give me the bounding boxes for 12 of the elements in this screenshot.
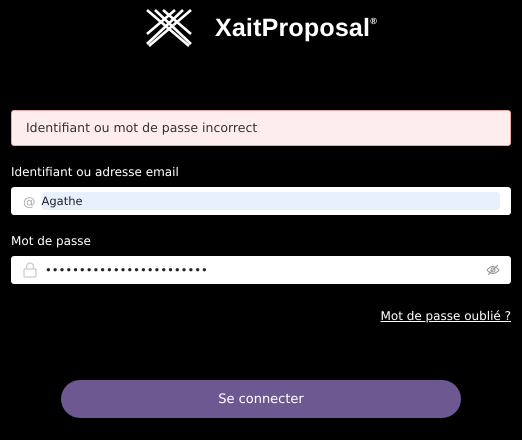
input-field[interactable]: •••••••••••••••••••••••• bbox=[11, 256, 511, 284]
logo-icon bbox=[144, 8, 193, 48]
input-field[interactable]: @ Agathe bbox=[11, 187, 511, 215]
error-message: Identifiant ou mot de passe incorrect bbox=[11, 110, 511, 146]
field-label: Identifiant ou adresse email bbox=[11, 165, 180, 179]
login-button[interactable]: Se connecter bbox=[61, 380, 461, 418]
eye-off-icon[interactable] bbox=[486, 264, 500, 276]
forgot-password-link[interactable]: Mot de passe oublié ? bbox=[380, 309, 511, 323]
brand-name: XaitProposal$^{®}$ bbox=[214, 14, 378, 42]
field-label: Mot de passe bbox=[11, 234, 92, 248]
lock-icon bbox=[23, 262, 37, 278]
at-sign-icon: @ bbox=[23, 194, 36, 208]
